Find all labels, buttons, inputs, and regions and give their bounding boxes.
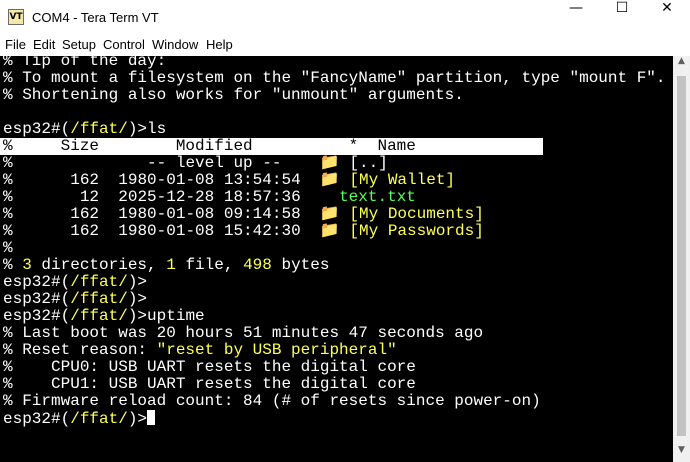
row-modified: 1980-01-08 09:14:58 bbox=[118, 205, 301, 223]
prompt-path: /ffat/ bbox=[70, 120, 128, 138]
prompt-line: esp32#(/ffat/)> bbox=[3, 291, 147, 308]
menu-edit[interactable]: Edit bbox=[33, 37, 55, 52]
row-modified: 2025-12-28 18:57:36 bbox=[118, 188, 301, 206]
scroll-up-arrow-icon[interactable]: ▲ bbox=[673, 56, 690, 73]
scroll-thumb[interactable] bbox=[677, 76, 686, 436]
row-size: 162 bbox=[70, 222, 100, 240]
file-count: 1 bbox=[166, 256, 176, 274]
minimize-button[interactable]: — bbox=[553, 0, 599, 36]
prompt-line: esp32#(/ffat/)>ls bbox=[3, 121, 166, 138]
summary-prefix: % bbox=[3, 256, 23, 274]
prompt-suffix: )> bbox=[127, 410, 148, 428]
ls-header: % Size Modified * Name bbox=[0, 138, 543, 155]
row-prefix: % bbox=[3, 154, 13, 172]
uptime-reload-count: % Firmware reload count: 84 (# of resets… bbox=[3, 392, 541, 410]
menu-file[interactable]: File bbox=[5, 37, 26, 52]
maximize-button[interactable]: ☐ bbox=[599, 0, 645, 36]
menu-help[interactable]: Help bbox=[206, 37, 233, 52]
folder-icon: 📁 bbox=[319, 205, 340, 223]
ls-row: % -- level up -- 📁 [..] bbox=[3, 155, 388, 172]
uptime-cpu1: % CPU1: USB UART resets the digital core bbox=[3, 375, 416, 393]
uptime-cpu0: % CPU0: USB UART resets the digital core bbox=[3, 358, 416, 376]
command-text: uptime bbox=[147, 307, 205, 325]
row-name: [My Passwords] bbox=[349, 222, 484, 240]
row-size: 162 bbox=[70, 205, 100, 223]
ls-row: % 162 1980-01-08 09:14:58 📁 [My Document… bbox=[3, 206, 484, 223]
tip-line: % Shortening also works for "unmount" ar… bbox=[3, 86, 464, 104]
byte-label: bytes bbox=[271, 256, 330, 274]
reset-label: % Reset reason: bbox=[3, 341, 157, 359]
row-prefix: % bbox=[3, 188, 13, 206]
prompt-suffix: )> bbox=[127, 273, 148, 291]
row-size: 12 bbox=[79, 188, 100, 206]
ls-row: % 162 1980-01-08 15:42:30 📁 [My Password… bbox=[3, 223, 484, 240]
folder-icon: 📁 bbox=[319, 154, 340, 172]
menu-bar: File Edit Setup Control Window Help bbox=[0, 36, 690, 56]
prompt-path: /ffat/ bbox=[70, 290, 128, 308]
ls-summary: % 3 directories, 1 file, 498 bytes bbox=[3, 257, 329, 274]
menu-setup[interactable]: Setup bbox=[62, 37, 96, 52]
uptime-reset-reason: % Reset reason: "reset by USB peripheral… bbox=[3, 342, 397, 359]
prompt-line: esp32#(/ffat/)>uptime bbox=[3, 308, 205, 325]
prompt-prefix: esp32#( bbox=[3, 273, 71, 291]
uptime-last-boot: % Last boot was 20 hours 51 minutes 47 s… bbox=[3, 324, 484, 342]
prompt-line: esp32#(/ffat/)> bbox=[3, 274, 147, 291]
row-name: [My Wallet] bbox=[349, 171, 456, 189]
row-modified: -- level up -- bbox=[147, 154, 282, 172]
reset-value: "reset by USB peripheral" bbox=[156, 341, 397, 359]
menu-control[interactable]: Control bbox=[103, 37, 145, 52]
scroll-down-arrow-icon[interactable]: ▼ bbox=[673, 445, 690, 462]
folder-icon: 📁 bbox=[319, 222, 340, 240]
row-size: 162 bbox=[70, 171, 100, 189]
ls-row: % bbox=[3, 239, 13, 257]
prompt-prefix: esp32#( bbox=[3, 307, 71, 325]
ls-row: % 12 2025-12-28 18:57:36 text.txt bbox=[3, 189, 416, 206]
command-text: ls bbox=[147, 120, 167, 138]
prompt-prefix: esp32#( bbox=[3, 410, 71, 428]
prompt-suffix: )> bbox=[127, 120, 148, 138]
menu-window[interactable]: Window bbox=[152, 37, 198, 52]
row-name: [My Documents] bbox=[349, 205, 484, 223]
prompt-path: /ffat/ bbox=[70, 273, 128, 291]
row-prefix: % bbox=[3, 171, 13, 189]
prompt-prefix: esp32#( bbox=[3, 290, 71, 308]
prompt-prefix: esp32#( bbox=[3, 120, 71, 138]
maximize-icon: ☐ bbox=[615, 0, 629, 16]
terminal-screen[interactable]: % Tip of the day: % To mount a filesyste… bbox=[0, 56, 673, 462]
prompt-suffix: )> bbox=[127, 307, 148, 325]
window-title: COM4 - Tera Term VT bbox=[32, 10, 159, 25]
byte-count: 498 bbox=[243, 256, 272, 274]
row-name: text.txt bbox=[339, 188, 416, 206]
dir-count: 3 bbox=[22, 256, 32, 274]
row-prefix: % bbox=[3, 222, 13, 240]
file-label: file, bbox=[175, 256, 244, 274]
prompt-suffix: )> bbox=[127, 290, 148, 308]
tip-line: % Tip of the day: bbox=[3, 56, 167, 70]
prompt-line: esp32#(/ffat/)> bbox=[3, 410, 156, 428]
row-modified: 1980-01-08 15:42:30 bbox=[118, 222, 301, 240]
prompt-path: /ffat/ bbox=[70, 410, 128, 428]
tip-line: % To mount a filesystem on the "FancyNam… bbox=[3, 69, 666, 87]
teraterm-window: VT COM4 - Tera Term VT — ☐ ✕ File Edit S… bbox=[0, 0, 690, 462]
teraterm-vt-icon[interactable]: VT bbox=[8, 9, 24, 25]
row-prefix: % bbox=[3, 205, 13, 223]
text-cursor bbox=[147, 410, 156, 425]
row-modified: 1980-01-08 13:54:54 bbox=[118, 171, 301, 189]
prompt-path: /ffat/ bbox=[70, 307, 128, 325]
title-bar[interactable]: VT COM4 - Tera Term VT — ☐ ✕ bbox=[0, 0, 690, 36]
folder-icon: 📁 bbox=[319, 171, 340, 189]
close-icon: ✕ bbox=[661, 0, 673, 16]
ls-row: % 162 1980-01-08 13:54:54 📁 [My Wallet] bbox=[3, 172, 455, 189]
vertical-scrollbar[interactable]: ▲ ▼ bbox=[673, 56, 690, 462]
minimize-icon: — bbox=[569, 0, 583, 16]
dir-label: directories, bbox=[31, 256, 167, 274]
row-name: [..] bbox=[349, 154, 388, 172]
close-button[interactable]: ✕ bbox=[644, 0, 690, 36]
